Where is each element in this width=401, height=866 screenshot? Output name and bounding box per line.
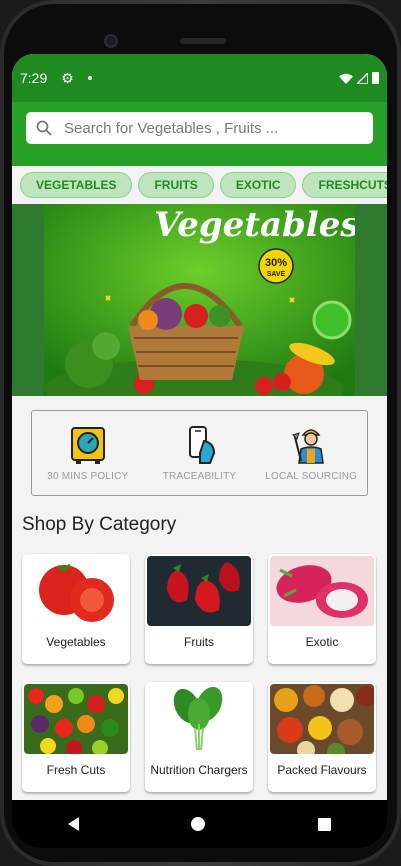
chip-freshcuts[interactable]: FRESHCUTS bbox=[302, 172, 387, 198]
category-image bbox=[147, 556, 251, 626]
banner-image: Vegetables 30% SAVE bbox=[44, 204, 355, 396]
category-name: Exotic bbox=[305, 635, 339, 649]
phone-hand-icon bbox=[188, 426, 215, 464]
front-camera bbox=[104, 34, 118, 48]
section-title: Shop By Category bbox=[22, 514, 177, 535]
category-name: Vegetables bbox=[46, 635, 106, 649]
search-bar[interactable] bbox=[26, 112, 373, 144]
category-image bbox=[147, 684, 251, 754]
category-card-exotic[interactable]: Exotic bbox=[268, 554, 376, 664]
category-name: Nutrition Chargers bbox=[150, 763, 248, 777]
category-card-vegetables[interactable]: Vegetables bbox=[22, 554, 130, 664]
category-image bbox=[24, 556, 128, 626]
category-card-fresh-cuts[interactable]: Fresh Cuts bbox=[22, 682, 130, 792]
category-name: Packed Flavours bbox=[277, 763, 367, 777]
home-icon[interactable] bbox=[191, 817, 206, 831]
promo-banner[interactable]: Vegetables 30% SAVE bbox=[12, 204, 387, 396]
status-time: 7:29 bbox=[20, 70, 48, 86]
search-input[interactable] bbox=[64, 119, 363, 137]
feature-label: TRACEABILITY bbox=[162, 471, 237, 482]
category-card-nutrition-chargers[interactable]: Nutrition Chargers bbox=[145, 682, 253, 792]
chip-fruits[interactable]: FRUITS bbox=[138, 172, 214, 198]
feature-traceability[interactable]: TRACEABILITY bbox=[144, 411, 256, 495]
category-name: Fruits bbox=[184, 635, 214, 649]
badge-percent: 30% bbox=[265, 257, 287, 269]
wifi-icon bbox=[339, 73, 353, 84]
feature-30-mins[interactable]: 30 MINS POLICY bbox=[32, 411, 144, 495]
category-image bbox=[270, 684, 374, 754]
category-card-fruits[interactable]: Fruits bbox=[145, 554, 253, 664]
farmer-icon bbox=[292, 429, 325, 464]
banner-edge-right bbox=[355, 204, 387, 396]
signal-icon bbox=[357, 72, 368, 84]
feature-label: LOCAL SOURCING bbox=[265, 471, 358, 482]
search-icon bbox=[36, 120, 52, 136]
battery-icon bbox=[372, 72, 379, 84]
timer-box-icon bbox=[70, 427, 105, 464]
settings-icon: ⚙ bbox=[61, 69, 74, 86]
category-image bbox=[24, 684, 128, 754]
badge-text: SAVE bbox=[267, 271, 286, 278]
category-image bbox=[270, 556, 374, 626]
banner-title: Vegetables bbox=[154, 205, 355, 245]
notification-dot-icon bbox=[87, 76, 92, 80]
app-bar bbox=[12, 102, 387, 166]
banner-edge-left bbox=[12, 204, 44, 396]
feature-label: 30 MINS POLICY bbox=[47, 471, 129, 482]
chip-exotic[interactable]: EXOTIC bbox=[219, 172, 297, 198]
app-screen: 7:29 ⚙ VEGETABLES FRUITS EXOTIC FRESHCUT… bbox=[12, 54, 387, 800]
feature-local-sourcing[interactable]: LOCAL SOURCING bbox=[255, 411, 367, 495]
recent-apps-icon[interactable] bbox=[317, 817, 331, 831]
filter-chips: VEGETABLES FRUITS EXOTIC FRESHCUTS bbox=[12, 166, 387, 204]
features-panel: 30 MINS POLICY TRACEABILITY LOCAL SOURCI… bbox=[31, 410, 368, 496]
category-name: Fresh Cuts bbox=[46, 763, 106, 777]
earpiece-speaker bbox=[180, 38, 226, 44]
category-card-packed-flavours[interactable]: Packed Flavours bbox=[268, 682, 376, 792]
chip-vegetables[interactable]: VEGETABLES bbox=[20, 172, 133, 198]
system-nav-bar bbox=[12, 800, 387, 848]
status-bar: 7:29 ⚙ bbox=[12, 54, 387, 102]
back-icon[interactable] bbox=[68, 817, 80, 831]
